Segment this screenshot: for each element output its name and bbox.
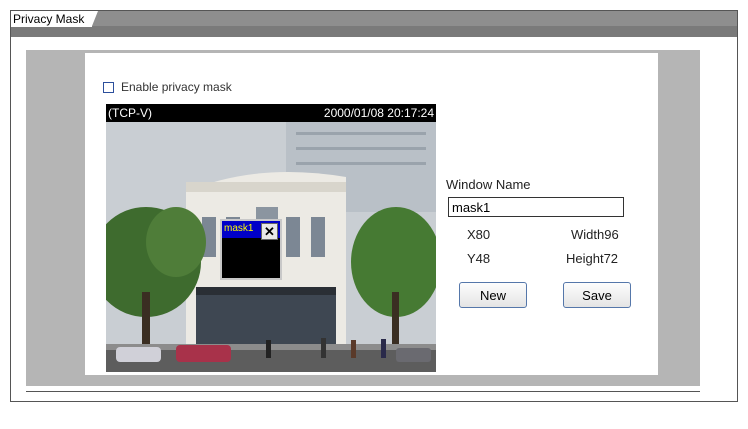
height-value: Height72 [566, 251, 619, 266]
close-icon[interactable]: ✕ [261, 223, 278, 240]
y-coordinate: Y48 [467, 251, 491, 266]
save-button[interactable]: Save [563, 282, 631, 308]
video-caption-bar: (TCP-V) 2000/01/08 20:17:24 [106, 104, 436, 122]
section-title: Privacy Mask [11, 11, 99, 27]
video-timestamp: 2000/01/08 20:17:24 [323, 106, 434, 120]
divider [26, 391, 700, 392]
enable-privacy-mask-label: Enable privacy mask [121, 80, 232, 94]
stream-label: (TCP-V) [108, 106, 152, 120]
window-name-label: Window Name [446, 177, 531, 192]
privacy-mask-window[interactable]: mask1 ✕ [220, 219, 282, 280]
x-coordinate: X80 [467, 227, 491, 242]
enable-privacy-mask-checkbox[interactable] [103, 81, 114, 93]
enable-privacy-mask-row[interactable]: Enable privacy mask [103, 79, 232, 95]
new-button[interactable]: New [459, 282, 527, 308]
width-value: Width96 [571, 227, 619, 242]
section-header-bar: Privacy Mask [11, 11, 737, 37]
window-name-input[interactable] [448, 197, 624, 217]
